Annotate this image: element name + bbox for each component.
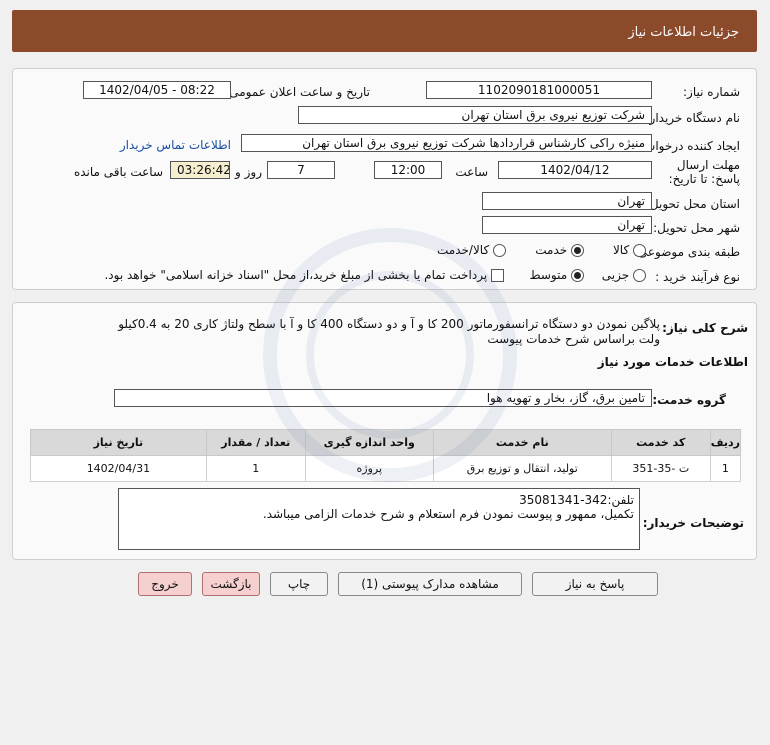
medium-radio[interactable]: [571, 269, 584, 282]
category-option-service[interactable]: خدمت: [535, 243, 584, 257]
page-title-bar: جزئیات اطلاعات نیاز: [12, 10, 757, 52]
treasury-note: پرداخت تمام یا بخشی از مبلغ خرید،از محل …: [104, 268, 488, 282]
remaining-time-field: 03:26:42: [170, 161, 230, 179]
category-label: طبقه بندی موضوعی:: [633, 245, 740, 259]
service-group-field: تامین برق، گاز، بخار و تهویه هوا: [114, 389, 652, 407]
process-option-medium[interactable]: متوسط: [529, 268, 584, 282]
process-label: نوع فرآیند خرید :: [655, 270, 740, 284]
goods-service-radio-label: کالا/خدمت: [436, 243, 490, 257]
treasury-checkbox[interactable]: [491, 269, 504, 282]
buyer-field: شرکت توزیع نیروی برق استان تهران: [298, 106, 652, 124]
city-label: شهر محل تحویل:: [653, 221, 740, 235]
minor-radio-label: جزیی: [601, 268, 630, 282]
goods-radio-label: کالا: [612, 243, 630, 257]
col-service-code: کد خدمت: [610, 429, 711, 456]
exit-button[interactable]: خروج: [138, 572, 192, 596]
need-number-field: 1102090181000051: [426, 81, 652, 99]
cell-quantity: 1: [205, 455, 306, 482]
summary-text-line2: ولت براساس شرح خدمات پیوست: [487, 332, 660, 346]
services-table: ردیف کد خدمت نام خدمت واحد اندازه گیری ت…: [30, 429, 742, 482]
service-group-label: گروه خدمت:: [652, 393, 726, 407]
need-number-label: شماره نیاز:: [683, 85, 740, 99]
print-button[interactable]: چاپ: [270, 572, 328, 596]
buyer-notes-line1: تلفن:342-35081341: [519, 493, 634, 507]
deadline-time-label: ساعت: [455, 165, 488, 179]
remaining-label: ساعت باقی مانده: [73, 165, 163, 179]
cell-service-name: تولید، انتقال و توزیع برق: [432, 455, 612, 482]
col-need-date: تاریخ نیاز: [30, 429, 207, 456]
deadline-time-field: 12:00: [374, 161, 442, 179]
summary-label: شرح کلی نیاز:: [662, 321, 748, 335]
city-field: تهران: [482, 216, 652, 234]
buyer-label: نام دستگاه خریدار:: [645, 111, 741, 125]
days-label: روز و: [235, 165, 262, 179]
view-attachments-button[interactable]: مشاهده مدارک پیوستی (1): [338, 572, 522, 596]
cell-service-code: ت -35-351: [610, 455, 711, 482]
service-radio[interactable]: [571, 244, 584, 257]
days-field: 7: [267, 161, 335, 179]
treasury-payment-option[interactable]: پرداخت تمام یا بخشی از مبلغ خرید،از محل …: [104, 268, 504, 282]
cell-need-date: 1402/04/31: [30, 455, 207, 482]
col-row-number: ردیف: [709, 429, 742, 456]
buyer-notes-box: تلفن:342-35081341 تکمیل، ممهور و پیوست ن…: [118, 488, 640, 550]
goods-radio[interactable]: [633, 244, 646, 257]
col-service-name: نام خدمت: [432, 429, 612, 456]
announce-label: تاریخ و ساعت اعلان عمومی:: [225, 85, 370, 99]
cell-unit: پروژه: [304, 455, 434, 482]
cell-row-number: 1: [709, 455, 742, 482]
summary-text-line1: پلاگین نمودن دو دستگاه ترانسفورماتور 200…: [118, 317, 660, 331]
buyer-notes-label: توضیحات خریدار:: [642, 516, 744, 530]
service-radio-label: خدمت: [535, 243, 568, 257]
category-option-goods-service[interactable]: کالا/خدمت: [437, 243, 506, 257]
announce-field: 1402/04/05 - 08:22: [83, 81, 231, 99]
need-info-panel: شماره نیاز: 1102090181000051 تاریخ و ساع…: [12, 68, 757, 290]
category-option-goods[interactable]: کالا: [613, 243, 646, 257]
province-label: استان محل تحویل:: [645, 197, 740, 211]
back-button[interactable]: بازگشت: [202, 572, 260, 596]
page-title: جزئیات اطلاعات نیاز: [628, 25, 739, 40]
col-quantity: تعداد / مقدار: [205, 429, 306, 456]
need-summary-panel: شرح کلی نیاز: پلاگین نمودن دو دستگاه ترا…: [12, 302, 757, 560]
table-header-row: ردیف کد خدمت نام خدمت واحد اندازه گیری ت…: [30, 429, 742, 456]
reply-to-need-button[interactable]: پاسخ به نیاز: [532, 572, 658, 596]
minor-radio[interactable]: [633, 269, 646, 282]
deadline-label: مهلت ارسال پاسخ: تا تاریخ:: [668, 158, 740, 186]
goods-service-radio[interactable]: [493, 244, 506, 257]
buyer-notes-line2: تکمیل، ممهور و پیوست نمودن فرم استعلام و…: [262, 507, 634, 521]
contact-buyer-link[interactable]: اطلاعات تماس خریدار: [120, 138, 231, 152]
province-field: تهران: [482, 192, 652, 210]
medium-radio-label: متوسط: [529, 268, 568, 282]
process-option-minor[interactable]: جزیی: [602, 268, 646, 282]
deadline-date-field: 1402/04/12: [498, 161, 652, 179]
table-row: 1 ت -35-351 تولید، انتقال و توزیع برق پر…: [30, 455, 742, 482]
services-heading: اطلاعات خدمات مورد نیاز: [597, 355, 748, 369]
creator-field: منیژه راکی کارشناس قراردادها شرکت توزیع …: [241, 134, 652, 152]
col-unit: واحد اندازه گیری: [304, 429, 434, 456]
